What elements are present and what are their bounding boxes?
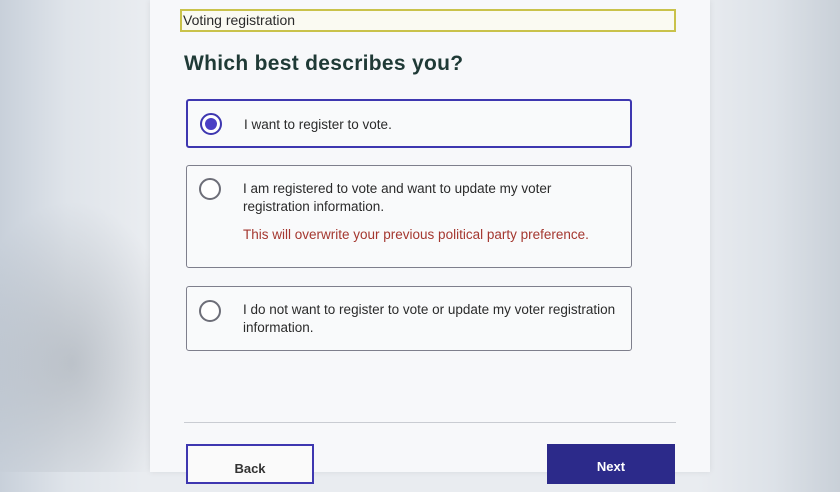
radio-unselected-icon[interactable]	[199, 300, 221, 322]
option-label: I do not want to register to vote or upd…	[243, 302, 616, 335]
breadcrumb: Voting registration	[180, 9, 676, 32]
radio-unselected-icon[interactable]	[199, 178, 221, 200]
option-warning: This will overwrite your previous politi…	[243, 227, 589, 242]
option-decline[interactable]: I do not want to register to vote or upd…	[186, 286, 632, 351]
option-register[interactable]: I want to register to vote.	[186, 99, 632, 148]
kiosk-screen: Voting registration Which best describes…	[150, 0, 710, 484]
divider	[184, 422, 676, 423]
option-update[interactable]: I am registered to vote and want to upda…	[186, 165, 632, 268]
page-title: Which best describes you?	[184, 52, 464, 75]
option-label: I want to register to vote.	[244, 117, 392, 132]
next-button[interactable]: Next	[547, 444, 675, 484]
back-button[interactable]: Back	[186, 444, 314, 484]
radio-selected-icon[interactable]	[200, 113, 222, 135]
option-label: I am registered to vote and want to upda…	[243, 181, 552, 214]
